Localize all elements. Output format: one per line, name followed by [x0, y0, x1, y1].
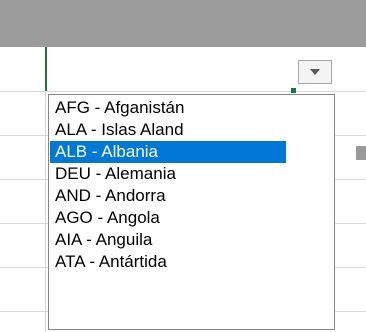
list-item-ata[interactable]: ATA - Antártida [50, 251, 286, 273]
dropdown-options: AFG - Afganistán ALA - Islas Aland ALB -… [50, 97, 286, 273]
list-item-deu[interactable]: DEU - Alemania [50, 163, 286, 185]
scrollbar[interactable] [335, 96, 366, 328]
list-item-afg[interactable]: AFG - Afganistán [50, 97, 286, 119]
header-row [0, 0, 366, 47]
list-item-and[interactable]: AND - Andorra [50, 185, 286, 207]
list-item-ago[interactable]: AGO - Angola [50, 207, 286, 229]
active-cell[interactable] [45, 47, 292, 91]
triangle-down-icon [310, 69, 320, 75]
fill-handle[interactable] [291, 88, 296, 93]
grid-row-line [0, 91, 366, 92]
dropdown-list: AFG - Afganistán ALA - Islas Aland ALB -… [48, 94, 366, 330]
scrollbar-thumb[interactable] [356, 146, 366, 160]
list-item-alb[interactable]: ALB - Albania [50, 141, 286, 163]
dropdown-button[interactable] [298, 60, 332, 84]
list-item-aia[interactable]: AIA - Anguila [50, 229, 286, 251]
list-item-ala[interactable]: ALA - Islas Aland [50, 119, 286, 141]
